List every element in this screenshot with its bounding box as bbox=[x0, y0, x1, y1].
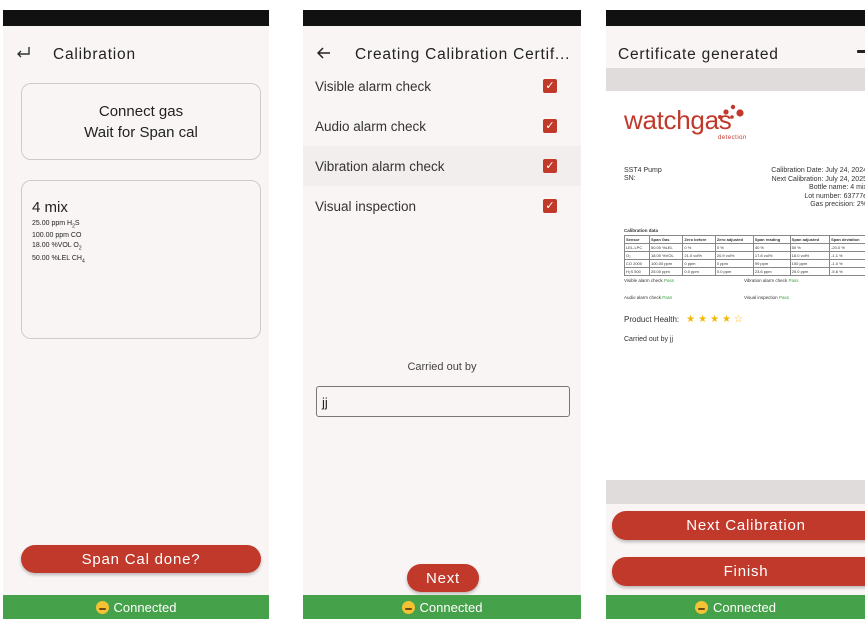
next-calibration-button[interactable]: Next Calibration bbox=[612, 511, 865, 540]
table-row: LEL-LPC 50.00 %LEL 0 % 0 % 40 % 50 % -20.0 % bbox=[624, 243, 865, 252]
next-button[interactable]: Next bbox=[407, 564, 479, 592]
certificate-top-band bbox=[606, 68, 865, 91]
gas-concentration: 18.00 %VOL O2 bbox=[32, 242, 82, 252]
page-title: Certificate generated bbox=[618, 46, 779, 63]
connection-status-bar: Connected bbox=[3, 595, 269, 619]
star-icon: ★ bbox=[722, 314, 732, 325]
check-row-visible-alarm[interactable]: Visible alarm check ✓ bbox=[303, 66, 581, 106]
status-bar bbox=[3, 10, 269, 26]
header: Calibration bbox=[3, 38, 269, 72]
span-cal-done-button[interactable]: Span Cal done? bbox=[21, 545, 261, 573]
carried-out-input[interactable]: jj bbox=[316, 386, 570, 417]
checkbox-checked-icon[interactable]: ✓ bbox=[543, 159, 557, 173]
star-icon: ★ bbox=[686, 314, 696, 325]
connection-status-bar: Connected bbox=[606, 595, 865, 619]
check-row-vibration-alarm[interactable]: Vibration alarm check ✓ bbox=[303, 146, 581, 186]
status-bar bbox=[606, 10, 865, 26]
table-row: CO 2000 100.00 ppm 0 ppm 0 ppm 99 ppm 100 ppm… bbox=[624, 259, 865, 268]
mix-title: 4 mix bbox=[32, 199, 68, 216]
gas-mix-card: 4 mix 25.00 ppm H2S 100.00 ppm CO 18.00 … bbox=[21, 180, 261, 339]
check-row-audio-alarm[interactable]: Audio alarm check ✓ bbox=[303, 106, 581, 146]
status-emoji-icon bbox=[401, 600, 415, 614]
connection-status-label: Connected bbox=[713, 599, 776, 615]
vibration-alarm-result: Vibration alarm check Pass bbox=[744, 278, 799, 283]
device-name: SST4 Pump bbox=[624, 167, 662, 174]
connection-status-label: Connected bbox=[419, 599, 483, 615]
back-arrow-icon[interactable] bbox=[15, 46, 37, 65]
table-row: O₂ 18.00 %VOL 21.0 vol% 20.9 vol% 17.8 vol% 1… bbox=[624, 251, 865, 260]
logo-subtitle: detection bbox=[718, 135, 747, 141]
finish-button[interactable]: Finish bbox=[612, 557, 865, 586]
checkbox-checked-icon[interactable]: ✓ bbox=[543, 199, 557, 213]
table-row: H₂S 500 25.00 ppm 0.0 ppm 0.0 ppm 23.6 ppm 25… bbox=[624, 267, 865, 276]
visual-inspection-result: Visual inspection Pass bbox=[744, 295, 789, 300]
calibration-data-table: Sensor Span Gas Zero before Zero adjusted Sp… bbox=[624, 235, 865, 276]
calibration-screen: Calibration Connect gas Wait for Span ca… bbox=[3, 10, 269, 619]
audio-alarm-result: Audio alarm check Pass bbox=[624, 295, 673, 300]
gas-concentration: 50.00 %LEL CH4 bbox=[32, 254, 85, 265]
calibration-info: Calibration Date: July 24, 2024 Next Cal… bbox=[771, 167, 865, 209]
instruction-line-1: Connect gas bbox=[98, 102, 184, 120]
connection-status-label: Connected bbox=[113, 599, 177, 615]
calibration-data-title: Calibration data bbox=[624, 228, 659, 233]
header: Certificate generated bbox=[606, 38, 865, 72]
share-icon[interactable] bbox=[857, 50, 865, 53]
instruction-line-2: Wait for Span cal bbox=[84, 123, 198, 141]
checkbox-checked-icon[interactable]: ✓ bbox=[543, 119, 557, 133]
logo-dots-icon bbox=[712, 99, 752, 119]
gas-concentration: 25.00 ppm H2S bbox=[32, 220, 80, 230]
connection-status-bar: Connected bbox=[303, 595, 581, 619]
page-title: Creating Calibration Certif... bbox=[355, 46, 571, 63]
certificate-document: watchgas detection SST4 Pump SN: Calibra… bbox=[606, 91, 865, 480]
device-info: SST4 Pump SN: bbox=[624, 167, 662, 183]
carried-out-by: Carried out by jj bbox=[624, 336, 674, 343]
status-bar bbox=[303, 10, 581, 26]
table-header-row: Sensor Span Gas Zero before Zero adjusted Sp… bbox=[624, 235, 865, 244]
star-icon: ★ bbox=[710, 314, 720, 325]
back-arrow-icon[interactable] bbox=[316, 46, 339, 64]
product-health: Product Health: ★ ★ ★ ★ ☆ bbox=[624, 314, 743, 325]
check-row-visual-inspection[interactable]: Visual inspection ✓ bbox=[303, 186, 581, 226]
star-icon: ★ bbox=[698, 314, 708, 325]
checkbox-checked-icon[interactable]: ✓ bbox=[543, 79, 557, 93]
certificate-creation-screen: Creating Calibration Certif... Visible a… bbox=[303, 10, 581, 619]
page-title: Calibration bbox=[53, 46, 136, 63]
serial-number-label: SN: bbox=[624, 175, 636, 182]
instruction-card: Connect gas Wait for Span cal bbox=[21, 83, 261, 160]
watchgas-logo: watchgas detection bbox=[624, 104, 746, 141]
certificate-generated-screen: Certificate generated watchgas detection… bbox=[606, 10, 865, 619]
carried-out-label: Carried out by bbox=[407, 361, 477, 373]
status-emoji-icon bbox=[695, 600, 709, 614]
gas-concentration: 100.00 ppm CO bbox=[32, 232, 82, 240]
visible-alarm-result: Visible alarm check Pass bbox=[624, 278, 674, 283]
status-emoji-icon bbox=[95, 600, 109, 614]
certificate-bottom-band bbox=[606, 480, 865, 504]
half-star-icon: ☆ bbox=[734, 314, 743, 325]
